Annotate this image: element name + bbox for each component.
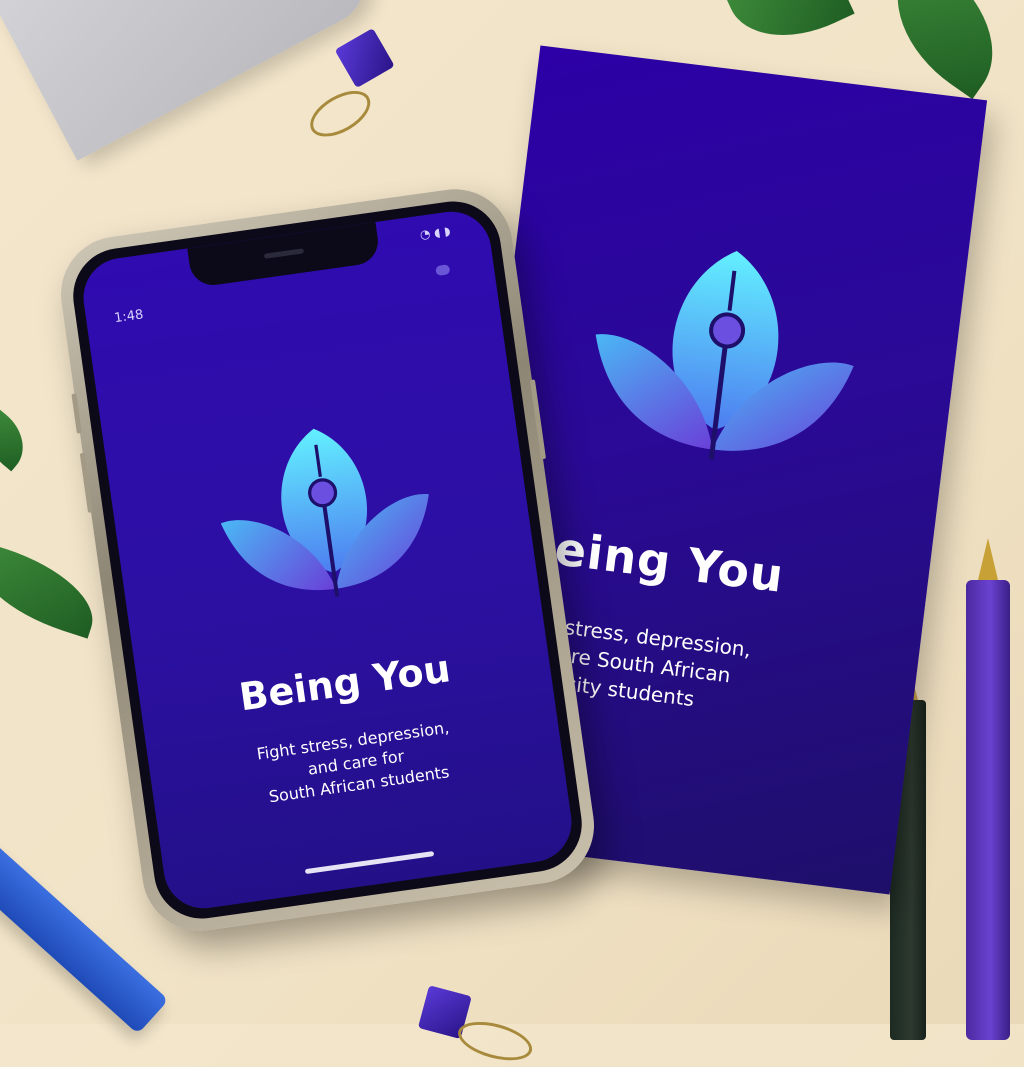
plant-leaf [725,0,855,60]
home-indicator[interactable] [304,851,435,875]
desk-scene: Being You Fight stress, depression, self… [0,0,1024,1067]
phone-bezel: 1:48 ◔ ◖ ◗ Being You Fight stress, depre… [67,195,588,925]
smartphone: 1:48 ◔ ◖ ◗ Being You Fight stress, depre… [53,181,602,939]
app-splash-screen[interactable]: 1:48 ◔ ◖ ◗ Being You Fight stress, depre… [78,206,577,914]
laptop-corner [0,0,378,161]
leaf-sprout-icon [220,428,429,598]
card-app-name: Being You [516,516,788,603]
plant-leaf [0,541,107,639]
phone-notch [187,222,381,289]
camera-indicator [435,264,451,277]
app-tagline: Fight stress, depression, and care for S… [188,707,525,818]
status-icons: ◔ ◖ ◗ [418,223,452,242]
plant-leaf [0,408,38,472]
volume-button [79,452,94,513]
leaf-sprout-icon [595,251,854,460]
purple-pen [966,538,1010,1040]
status-time: 1:48 [113,307,145,327]
volume-button [71,393,82,434]
plant-leaf [865,0,1024,100]
